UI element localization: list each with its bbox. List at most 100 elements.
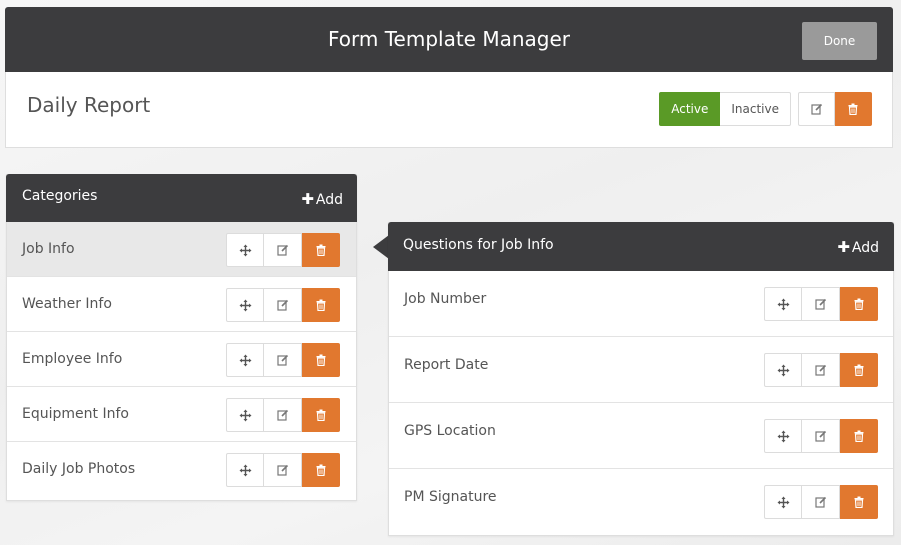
delete-button[interactable]	[302, 453, 340, 487]
category-label: Daily Job Photos	[22, 461, 136, 477]
trash-icon	[854, 430, 864, 442]
move-icon	[239, 464, 252, 477]
category-actions	[226, 453, 340, 487]
questions-panel: Questions for Job Info ✚ Add Job Number Re…	[388, 222, 894, 536]
move-icon	[777, 298, 790, 311]
delete-button[interactable]	[840, 353, 878, 387]
edit-icon	[276, 409, 289, 421]
status-toggle: Active Inactive	[659, 92, 791, 126]
edit-icon	[814, 364, 827, 376]
template-actions	[798, 92, 872, 126]
delete-button[interactable]	[840, 485, 878, 519]
category-label: Employee Info	[22, 351, 123, 367]
trash-icon	[854, 364, 864, 376]
add-category-label: Add	[315, 192, 343, 208]
edit-icon	[276, 244, 289, 256]
edit-button[interactable]	[264, 343, 302, 377]
category-label: Weather Info	[22, 296, 112, 312]
move-button[interactable]	[764, 353, 802, 387]
delete-button[interactable]	[302, 233, 340, 267]
move-icon	[239, 354, 252, 367]
plus-icon: ✚	[301, 190, 314, 208]
status-active-button[interactable]: Active	[659, 92, 721, 126]
question-row[interactable]: GPS Location	[389, 403, 893, 469]
status-inactive-button[interactable]: Inactive	[720, 92, 791, 126]
move-icon	[777, 430, 790, 443]
selection-pointer	[373, 235, 389, 259]
trash-icon	[316, 299, 326, 311]
category-row[interactable]: Daily Job Photos	[7, 442, 356, 497]
edit-button[interactable]	[264, 233, 302, 267]
move-button[interactable]	[226, 233, 264, 267]
category-actions	[226, 233, 340, 267]
edit-button[interactable]	[264, 453, 302, 487]
questions-header: Questions for Job Info ✚ Add	[388, 222, 894, 271]
header-bar: Form Template Manager Done	[5, 7, 893, 72]
category-actions	[226, 288, 340, 322]
category-actions	[226, 398, 340, 432]
edit-icon	[276, 464, 289, 476]
template-name: Daily Report	[27, 93, 151, 117]
trash-icon	[316, 464, 326, 476]
move-button[interactable]	[764, 287, 802, 321]
question-label: Job Number	[404, 291, 487, 307]
trash-icon	[854, 298, 864, 310]
move-button[interactable]	[226, 343, 264, 377]
plus-icon: ✚	[837, 238, 850, 256]
move-button[interactable]	[226, 453, 264, 487]
delete-button[interactable]	[302, 288, 340, 322]
move-icon	[777, 496, 790, 509]
page-title: Form Template Manager	[327, 27, 571, 51]
edit-button[interactable]	[802, 287, 840, 321]
edit-icon	[814, 298, 827, 310]
edit-button[interactable]	[802, 353, 840, 387]
move-icon	[239, 299, 252, 312]
move-icon	[777, 364, 790, 377]
question-actions	[764, 419, 878, 453]
question-row[interactable]: Job Number	[389, 271, 893, 337]
question-row[interactable]: PM Signature	[389, 469, 893, 535]
delete-template-button[interactable]	[835, 92, 872, 126]
edit-button[interactable]	[802, 419, 840, 453]
move-icon	[239, 409, 252, 422]
add-question-button[interactable]: ✚ Add	[837, 234, 879, 261]
question-actions	[764, 485, 878, 519]
trash-icon	[848, 103, 858, 115]
template-card: Daily Report Active Inactive	[5, 72, 893, 148]
move-button[interactable]	[226, 398, 264, 432]
trash-icon	[316, 354, 326, 366]
category-label: Equipment Info	[22, 406, 129, 422]
edit-button[interactable]	[264, 288, 302, 322]
edit-button[interactable]	[802, 485, 840, 519]
edit-button[interactable]	[264, 398, 302, 432]
category-row[interactable]: Weather Info	[7, 277, 356, 332]
categories-header: Categories ✚ Add	[6, 174, 357, 222]
delete-button[interactable]	[840, 287, 878, 321]
done-button[interactable]: Done	[802, 22, 877, 60]
add-question-label: Add	[851, 240, 879, 256]
move-button[interactable]	[764, 485, 802, 519]
question-label: PM Signature	[404, 489, 497, 505]
category-row[interactable]: Employee Info	[7, 332, 356, 387]
question-actions	[764, 353, 878, 387]
move-button[interactable]	[764, 419, 802, 453]
add-category-button[interactable]: ✚ Add	[301, 186, 343, 213]
category-actions	[226, 343, 340, 377]
edit-template-button[interactable]	[798, 92, 835, 126]
category-row[interactable]: Job Info	[7, 222, 356, 277]
trash-icon	[316, 409, 326, 421]
question-label: GPS Location	[404, 423, 496, 439]
edit-icon	[810, 103, 823, 115]
trash-icon	[854, 496, 864, 508]
delete-button[interactable]	[302, 343, 340, 377]
move-button[interactable]	[226, 288, 264, 322]
question-label: Report Date	[404, 357, 489, 373]
delete-button[interactable]	[840, 419, 878, 453]
question-row[interactable]: Report Date	[389, 337, 893, 403]
categories-title: Categories	[22, 188, 98, 204]
categories-panel: Categories ✚ Add Job Info Weather Info Empl…	[6, 174, 357, 501]
category-row[interactable]: Equipment Info	[7, 387, 356, 442]
questions-title: Questions for Job Info	[403, 237, 554, 253]
edit-icon	[814, 496, 827, 508]
delete-button[interactable]	[302, 398, 340, 432]
